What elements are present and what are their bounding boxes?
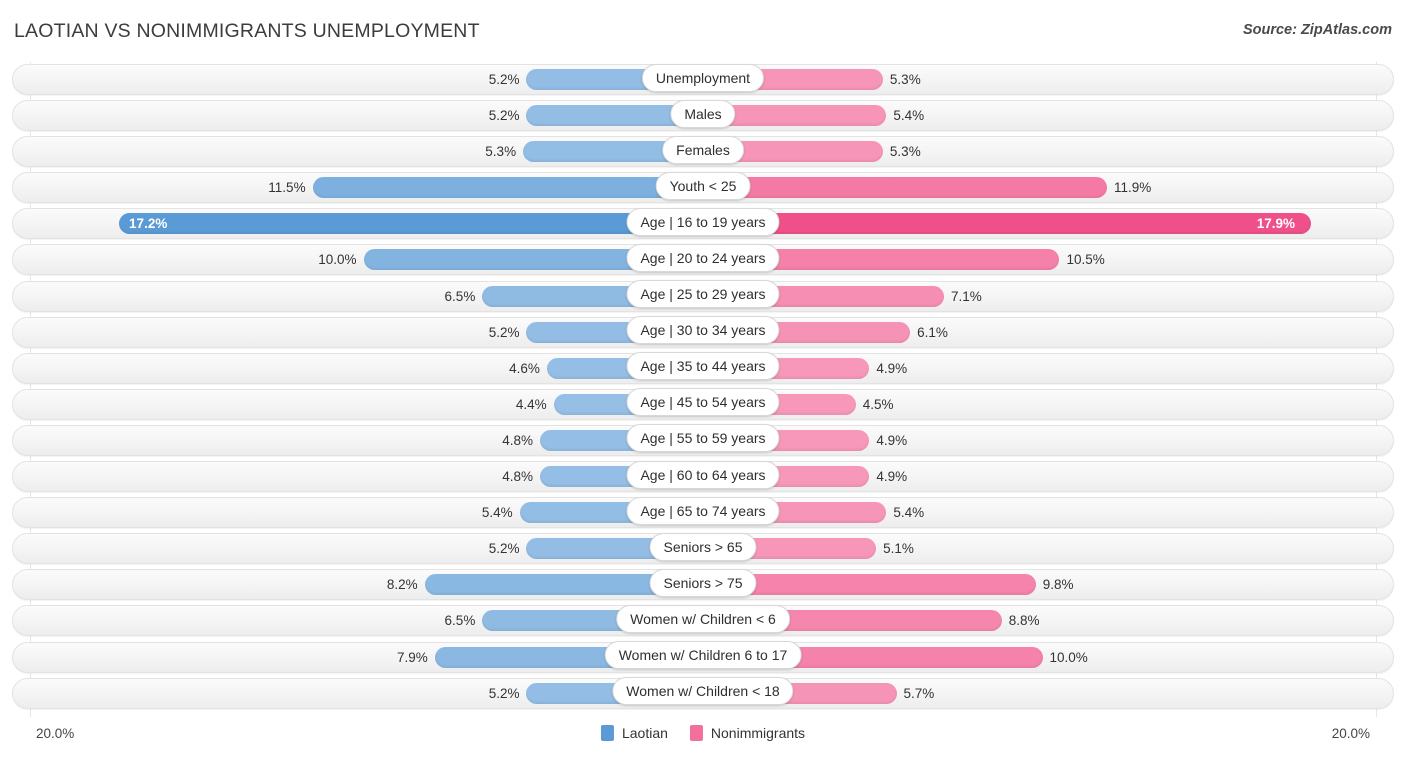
legend-item[interactable]: Laotian (600, 725, 668, 741)
value-label-laotian: 5.3% (485, 144, 517, 160)
row-category-label[interactable]: Age | 20 to 24 years (626, 243, 780, 272)
value-label-nonimmigrants: 10.5% (1066, 252, 1105, 268)
value-label-laotian: 6.5% (444, 288, 476, 304)
value-label-nonimmigrants: 4.5% (862, 396, 894, 412)
value-label-nonimmigrants: 5.3% (889, 72, 921, 87)
chart-row: 4.6% 4.9% Age | 35 to 44 years (0, 351, 1406, 387)
legend-label: Laotian (621, 725, 668, 741)
value-label-laotian: 5.2% (488, 324, 520, 340)
value-label-laotian: 17.2% (129, 216, 168, 232)
chart-row: 4.4% 4.5% Age | 45 to 54 years (0, 387, 1406, 423)
row-category-label[interactable]: Women w/ Children 6 to 17 (604, 641, 802, 669)
value-label-nonimmigrants: 4.9% (876, 432, 908, 448)
row-category-label[interactable]: Women w/ Children < 18 (612, 677, 794, 706)
row-category-label[interactable]: Seniors > 65 (649, 532, 757, 561)
row-category-label[interactable]: Age | 16 to 19 years (626, 207, 780, 236)
value-label-laotian: 4.8% (502, 469, 534, 485)
bar-laotian (312, 177, 703, 199)
value-label-nonimmigrants: 8.8% (1008, 613, 1040, 629)
axis-label-right: 20.0% (1331, 726, 1370, 741)
value-label-nonimmigrants: 9.8% (1042, 577, 1074, 593)
chart-row: 11.5% 11.9% Youth < 25 (0, 170, 1406, 206)
bar-nonimmigrants (703, 213, 1311, 235)
value-label-laotian: 5.2% (488, 72, 520, 87)
chart-row: 5.2% 6.1% Age | 30 to 34 years (0, 315, 1406, 351)
row-category-label[interactable]: Females (662, 135, 744, 164)
value-label-nonimmigrants: 11.9% (1114, 180, 1152, 196)
row-category-label[interactable]: Males (670, 99, 736, 128)
chart-footer: 20.0% Laotian Nonimmigrants 20.0% (0, 717, 1406, 757)
value-label-nonimmigrants: 5.4% (893, 108, 925, 124)
row-category-label[interactable]: Age | 30 to 34 years (626, 316, 780, 345)
chart-row: 6.5% 7.1% Age | 25 to 29 years (0, 279, 1406, 315)
chart-row: 5.2% 5.1% Seniors > 65 (0, 531, 1406, 567)
value-label-nonimmigrants: 7.1% (951, 288, 982, 304)
value-label-laotian: 4.4% (515, 396, 547, 412)
chart-row: 4.8% 4.9% Age | 60 to 64 years (0, 459, 1406, 495)
value-label-nonimmigrants: 4.9% (876, 360, 908, 376)
value-label-nonimmigrants: 17.9% (1256, 216, 1295, 232)
row-category-label[interactable]: Age | 60 to 64 years (626, 460, 780, 489)
chart-row: 5.2% 5.4% Males (0, 98, 1406, 134)
chart-row: 7.9% 10.0% Women w/ Children 6 to 17 (0, 640, 1406, 676)
value-label-nonimmigrants: 6.1% (917, 324, 948, 340)
value-label-laotian: 7.9% (397, 649, 428, 665)
value-label-laotian: 5.2% (488, 541, 520, 557)
row-category-label[interactable]: Women w/ Children < 6 (616, 604, 790, 633)
chart-row: 5.2% 5.3% Unemployment (0, 62, 1406, 98)
value-label-laotian: 5.2% (488, 108, 520, 124)
bar-nonimmigrants (703, 177, 1107, 199)
chart-rows: 5.2% 5.3% Unemployment 5.2% 5.4% Males 5.3% 5.3… (0, 62, 1406, 712)
chart-row: 5.2% 5.7% Women w/ Children < 18 (0, 676, 1406, 712)
value-label-laotian: 6.5% (444, 613, 476, 629)
row-category-label[interactable]: Age | 45 to 54 years (626, 388, 780, 417)
row-category-label[interactable]: Age | 55 to 59 years (626, 424, 780, 453)
value-label-nonimmigrants: 4.9% (876, 469, 908, 485)
value-label-laotian: 10.0% (318, 252, 357, 268)
row-category-label[interactable]: Age | 25 to 29 years (626, 280, 780, 309)
value-label-nonimmigrants: 5.4% (893, 505, 925, 521)
row-category-label[interactable]: Age | 65 to 74 years (626, 496, 780, 525)
legend-label: Nonimmigrants (710, 725, 806, 741)
row-category-label[interactable]: Youth < 25 (655, 171, 751, 200)
value-label-laotian: 4.6% (509, 360, 540, 376)
value-label-laotian: 8.2% (386, 577, 418, 593)
value-label-nonimmigrants: 5.3% (889, 144, 921, 160)
value-label-laotian: 11.5% (268, 180, 306, 196)
chart-row: 5.4% 5.4% Age | 65 to 74 years (0, 495, 1406, 531)
legend-swatch-laotian (600, 725, 614, 741)
legend-item[interactable]: Nonimmigrants (689, 725, 806, 741)
value-label-laotian: 4.8% (502, 432, 534, 448)
page-title: LAOTIAN VS NONIMMIGRANTS UNEMPLOYMENT (14, 20, 480, 42)
source-attribution: Source: ZipAtlas.com (1242, 22, 1392, 38)
bar-laotian (119, 213, 703, 235)
chart-row: 10.0% 10.5% Age | 20 to 24 years (0, 242, 1406, 278)
chart-plot-area: 5.2% 5.3% Unemployment 5.2% 5.4% Males 5.3% 5.3… (0, 62, 1406, 717)
chart-row: 4.8% 4.9% Age | 55 to 59 years (0, 423, 1406, 459)
chart-row: 5.3% 5.3% Females (0, 134, 1406, 170)
value-label-laotian: 5.2% (488, 685, 520, 701)
chart-legend: Laotian Nonimmigrants (600, 725, 806, 741)
legend-swatch-nonimmigrants (689, 725, 703, 741)
value-label-nonimmigrants: 5.7% (903, 685, 935, 701)
axis-label-left: 20.0% (36, 726, 75, 741)
row-category-label[interactable]: Seniors > 75 (649, 568, 757, 597)
chart-row: 6.5% 8.8% Women w/ Children < 6 (0, 603, 1406, 639)
chart-header: LAOTIAN VS NONIMMIGRANTS UNEMPLOYMENT So… (0, 0, 1406, 62)
value-label-nonimmigrants: 5.1% (883, 541, 914, 557)
value-label-nonimmigrants: 10.0% (1049, 649, 1088, 665)
row-category-label[interactable]: Unemployment (641, 63, 765, 92)
chart-row: 17.2% 17.9% Age | 16 to 19 years (0, 206, 1406, 242)
value-label-laotian: 5.4% (481, 505, 513, 521)
chart-row: 8.2% 9.8% Seniors > 75 (0, 567, 1406, 603)
row-category-label[interactable]: Age | 35 to 44 years (626, 352, 780, 381)
